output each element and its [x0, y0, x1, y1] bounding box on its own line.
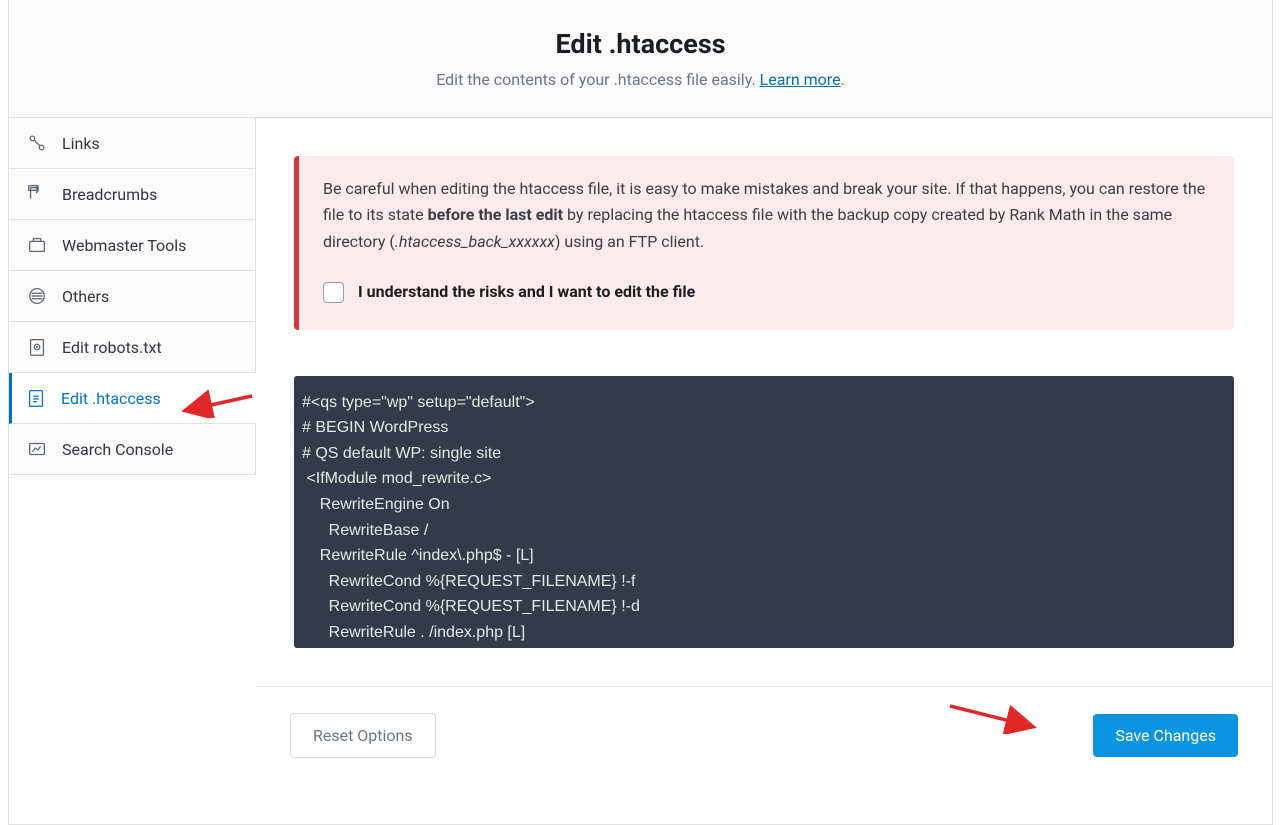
risk-checkbox[interactable] — [323, 282, 344, 303]
sidebar-item-webmaster-tools[interactable]: Webmaster Tools — [9, 220, 256, 271]
sidebar-item-label: Links — [62, 134, 100, 153]
sidebar-item-breadcrumbs[interactable]: Breadcrumbs — [9, 169, 256, 220]
risk-checkbox-label: I understand the risks and I want to edi… — [358, 279, 695, 305]
webmaster-icon — [26, 234, 48, 256]
sidebar: Links Breadcrumbs — [9, 118, 256, 784]
htaccess-icon — [25, 387, 47, 409]
page-subtitle: Edit the contents of your .htaccess file… — [29, 70, 1252, 89]
sidebar-item-label: Edit robots.txt — [62, 338, 162, 357]
others-icon — [26, 285, 48, 307]
sidebar-item-label: Webmaster Tools — [62, 236, 186, 255]
sidebar-item-links[interactable]: Links — [9, 118, 256, 169]
sidebar-item-label: Breadcrumbs — [62, 185, 157, 204]
sidebar-item-label: Search Console — [62, 440, 173, 459]
breadcrumbs-icon — [26, 183, 48, 205]
htaccess-editor[interactable]: #<qs type="wp" setup="default"> # BEGIN … — [294, 376, 1234, 648]
footer: Reset Options Save Changes — [256, 686, 1272, 784]
sidebar-item-others[interactable]: Others — [9, 271, 256, 322]
page-title: Edit .htaccess — [29, 28, 1252, 60]
learn-more-link[interactable]: Learn more — [760, 70, 841, 89]
sidebar-item-edit-htaccess[interactable]: Edit .htaccess — [9, 373, 256, 424]
warning-box: Be careful when editing the htaccess fil… — [294, 156, 1234, 330]
reset-options-button[interactable]: Reset Options — [290, 713, 436, 758]
sidebar-item-label: Others — [62, 287, 109, 306]
sidebar-item-search-console[interactable]: Search Console — [9, 424, 256, 475]
links-icon — [26, 132, 48, 154]
robots-icon — [26, 336, 48, 358]
main-content: Be careful when editing the htaccess fil… — [256, 118, 1272, 784]
search-console-icon — [26, 438, 48, 460]
sidebar-item-edit-robots[interactable]: Edit robots.txt — [9, 322, 256, 373]
sidebar-item-label: Edit .htaccess — [61, 389, 161, 408]
save-changes-button[interactable]: Save Changes — [1093, 714, 1238, 757]
page-header: Edit .htaccess Edit the contents of your… — [9, 0, 1272, 118]
